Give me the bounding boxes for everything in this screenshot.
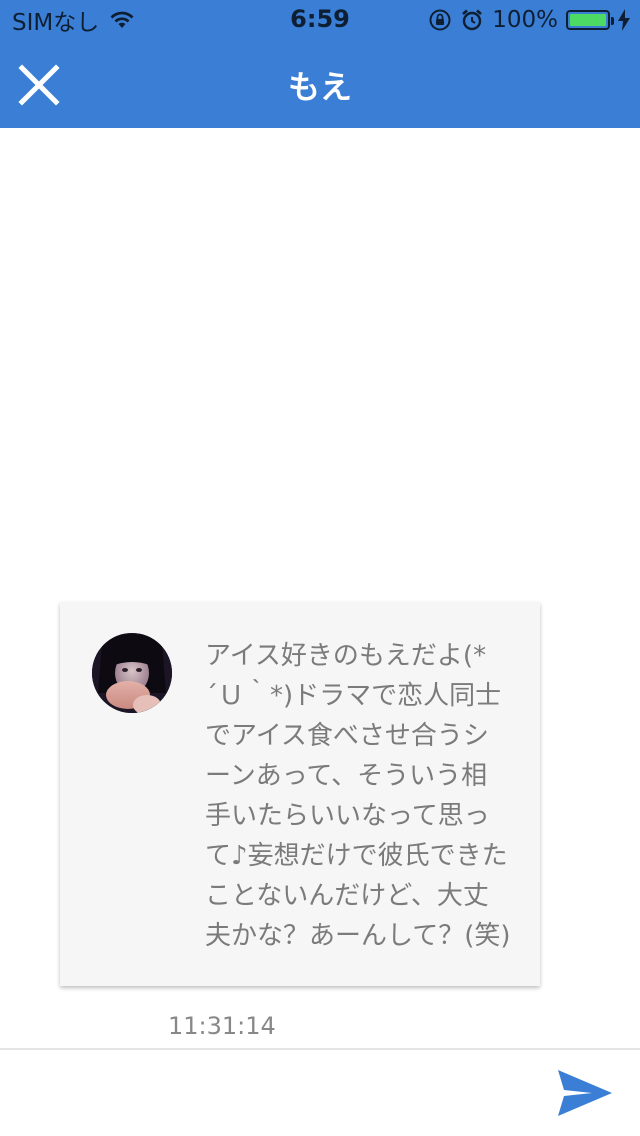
nav-bar: もえ bbox=[0, 40, 640, 128]
avatar[interactable] bbox=[92, 633, 172, 713]
send-icon[interactable] bbox=[556, 1068, 614, 1118]
chat-screen: SIMなし 6:59 100% もえ アイス好きのもえだよ(* ´Ｕ｀*)ドラマ… bbox=[0, 0, 640, 1136]
page-title: もえ bbox=[287, 68, 352, 106]
battery-level bbox=[570, 14, 606, 26]
status-bar: SIMなし 6:59 100% bbox=[0, 0, 640, 40]
avatar-photo bbox=[92, 633, 172, 713]
rotation-lock-icon bbox=[429, 9, 451, 31]
composer-bar bbox=[0, 1048, 640, 1136]
message-text: アイス好きのもえだよ(* ´Ｕ｀*)ドラマで恋人同士 でアイス食べさせ合うシ ー… bbox=[205, 641, 511, 951]
message-bubble: アイス好きのもえだよ(* ´Ｕ｀*)ドラマで恋人同士 でアイス食べさせ合うシ ー… bbox=[60, 602, 540, 986]
charging-icon bbox=[618, 9, 630, 31]
header: SIMなし 6:59 100% もえ bbox=[0, 0, 640, 128]
message-timestamp: 11:31:14 bbox=[168, 1012, 276, 1040]
battery-icon bbox=[566, 10, 614, 30]
alarm-icon bbox=[462, 9, 483, 31]
message-input[interactable] bbox=[20, 1064, 534, 1124]
status-right: 100% bbox=[428, 6, 630, 34]
battery-percent: 100% bbox=[492, 7, 558, 33]
